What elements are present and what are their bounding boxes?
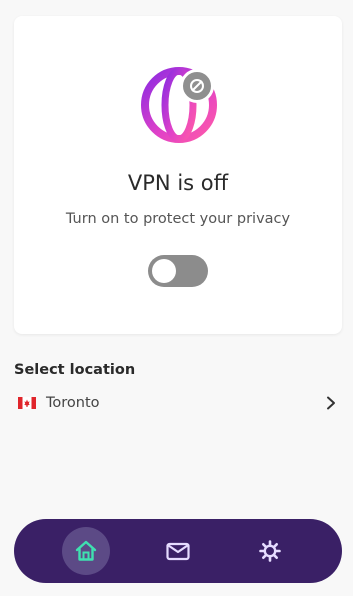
vpn-status-card: VPN is off Turn on to protect your priva… [14,16,342,334]
nav-settings-button[interactable] [246,527,294,575]
home-icon [75,540,97,561]
canada-flag-icon [18,397,36,409]
vpn-status-subtitle: Turn on to protect your privacy [65,211,291,227]
bottom-navigation-bar [14,519,342,583]
vpn-off-badge-icon [180,69,214,103]
nav-home-button[interactable] [62,527,110,575]
mail-icon [166,542,190,561]
toggle-knob [152,259,176,283]
location-city-label: Toronto [46,395,100,411]
select-location-heading: Select location [14,362,136,378]
chevron-right-icon [327,396,335,410]
gear-icon [259,540,281,562]
vpn-toggle-switch[interactable] [148,255,208,287]
nav-messages-button[interactable] [154,527,202,575]
vpn-status-title: VPN is off [127,171,229,195]
location-selector-row[interactable]: Toronto [14,388,342,418]
